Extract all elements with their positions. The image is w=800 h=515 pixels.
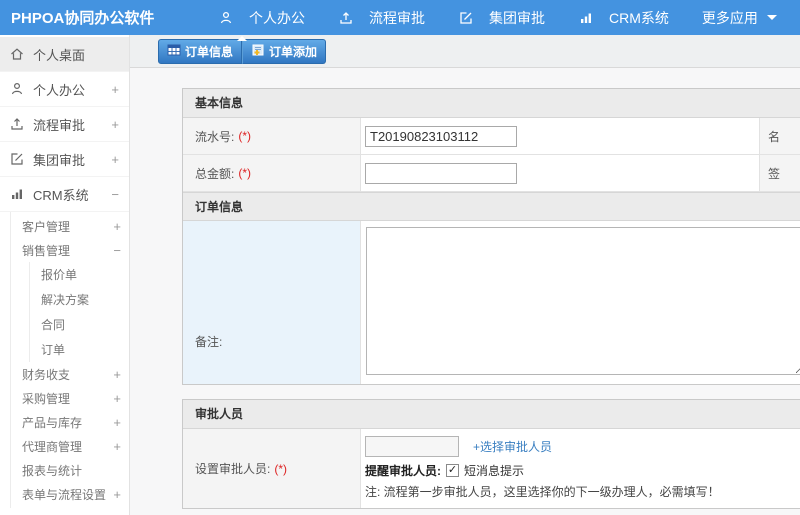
user-icon (218, 10, 235, 26)
serial-row: 流水号: (*) 名 (183, 118, 800, 155)
app-brand: PHPOA协同办公软件 (11, 10, 155, 27)
order-form: 基本信息 流水号: (*) 名 总金额: (182, 88, 800, 509)
sidebar-item-personal-office[interactable]: 个人办公 + (0, 72, 129, 107)
serial-label-cell: 流水号: (*) (183, 118, 361, 154)
nav-personal-office[interactable]: 个人办公 (218, 8, 305, 28)
table-icon (167, 44, 181, 59)
nav-group-approval[interactable]: 集团审批 (458, 8, 545, 28)
serial-input[interactable] (365, 125, 517, 147)
approver-table: 审批人员 设置审批人员: (*) +选择审批人员 提醒审批人员: ✓ 短消息提示… (182, 399, 800, 509)
sidebar-item-form-workflow-settings[interactable]: 表单与流程设置 + (22, 482, 121, 506)
sms-checkbox[interactable]: ✓ (446, 464, 459, 477)
approver-row: 设置审批人员: (*) +选择审批人员 提醒审批人员: ✓ 短消息提示 注: 流… (183, 429, 800, 508)
approver-label-cell: 设置审批人员: (*) (183, 429, 361, 508)
memo-label-cell: 备注: (183, 221, 361, 384)
sidebar-item-products-inventory[interactable]: 产品与库存 + (22, 410, 121, 434)
nav-more-apps[interactable]: 更多应用 (702, 8, 777, 28)
upload-icon (9, 116, 26, 132)
memo-input-cell (361, 221, 800, 384)
approver-note: 注: 流程第一步审批人员，这里选择你的下一级办理人，必需填写！ (365, 485, 720, 499)
user-icon (9, 81, 26, 97)
amount-row: 总金额: (*) 签 (183, 155, 800, 192)
section-header-basic: 基本信息 (183, 89, 800, 118)
chart-icon (578, 10, 595, 26)
tab-strip: 订单信息 订单添加 (130, 35, 800, 68)
approver-input[interactable] (365, 436, 459, 457)
home-icon (9, 46, 26, 62)
basic-info-table: 基本信息 流水号: (*) 名 总金额: (182, 88, 800, 385)
sidebar-item-contract[interactable]: 合同 (41, 312, 121, 337)
sidebar-item-reports-stats[interactable]: 报表与统计 (22, 458, 121, 482)
sidebar-item-admin-office[interactable]: 行政办公 + (0, 508, 129, 515)
nav-workflow-approval[interactable]: 流程审批 (338, 8, 425, 28)
section-header-approver: 审批人员 (183, 400, 800, 429)
memo-row: 备注: (183, 221, 800, 384)
required-mark: (*) (238, 166, 252, 180)
caret-down-icon (766, 15, 777, 20)
sidebar-item-purchase[interactable]: 采购管理 + (22, 386, 121, 410)
add-icon (251, 44, 265, 59)
amount-input-cell (361, 155, 760, 191)
memo-textarea[interactable] (366, 227, 800, 375)
edit-icon (458, 10, 475, 26)
sidebar-item-customer-mgmt[interactable]: 客户管理 + (22, 214, 121, 238)
tab-order-info[interactable]: 订单信息 (158, 35, 248, 64)
amount-input[interactable] (365, 162, 517, 184)
remind-label: 提醒审批人员: (365, 464, 441, 478)
crm-submenu: 客户管理 + 销售管理 − 报价单 解决方案 合同 订单 财务收支 + 采购管理… (10, 212, 129, 508)
clipped-next-column: 名 (760, 118, 800, 154)
content-area: 基本信息 流水号: (*) 名 总金额: (130, 68, 800, 515)
sms-label: 短消息提示 (464, 464, 525, 478)
top-bar: PHPOA协同办公软件 个人办公 流程审批 集团审批 CRM系统 更多应用 (0, 0, 800, 35)
clipped-next-column: 签 (760, 155, 800, 191)
active-tab-notch (237, 35, 248, 41)
serial-input-cell (361, 118, 760, 154)
sidebar-item-order[interactable]: 订单 (41, 337, 121, 362)
section-header-order: 订单信息 (183, 192, 800, 221)
sidebar-item-quotation[interactable]: 报价单 (41, 262, 121, 287)
sidebar-item-sales-mgmt[interactable]: 销售管理 − (22, 238, 121, 262)
edit-icon (9, 151, 26, 167)
required-mark: (*) (274, 461, 288, 476)
approver-input-cell: +选择审批人员 提醒审批人员: ✓ 短消息提示 注: 流程第一步审批人员，这里选… (361, 429, 800, 508)
tab-bar: 订单信息 订单添加 (158, 35, 327, 64)
sidebar-item-agent-mgmt[interactable]: 代理商管理 + (22, 434, 121, 458)
sidebar-item-finance[interactable]: 财务收支 + (22, 362, 121, 386)
required-mark: (*) (238, 129, 252, 143)
sidebar-item-solution[interactable]: 解决方案 (41, 287, 121, 312)
top-nav: 个人办公 流程审批 集团审批 CRM系统 更多应用 (218, 8, 800, 28)
upload-icon (338, 10, 355, 26)
pick-approver-link[interactable]: +选择审批人员 (473, 438, 552, 455)
tab-order-add[interactable]: 订单添加 (242, 38, 327, 64)
sales-submenu: 报价单 解决方案 合同 订单 (29, 262, 121, 362)
sidebar-item-crm[interactable]: CRM系统 − (0, 177, 129, 212)
sidebar: 个人桌面 个人办公 + 流程审批 + 集团审批 + CRM系统 − 客户管理 +… (0, 35, 130, 515)
chart-icon (9, 186, 26, 202)
sidebar-item-workflow-approval[interactable]: 流程审批 + (0, 107, 129, 142)
sidebar-item-personal-desktop[interactable]: 个人桌面 (0, 37, 129, 72)
sidebar-item-group-approval[interactable]: 集团审批 + (0, 142, 129, 177)
amount-label-cell: 总金额: (*) (183, 155, 361, 191)
nav-crm[interactable]: CRM系统 (578, 8, 669, 28)
